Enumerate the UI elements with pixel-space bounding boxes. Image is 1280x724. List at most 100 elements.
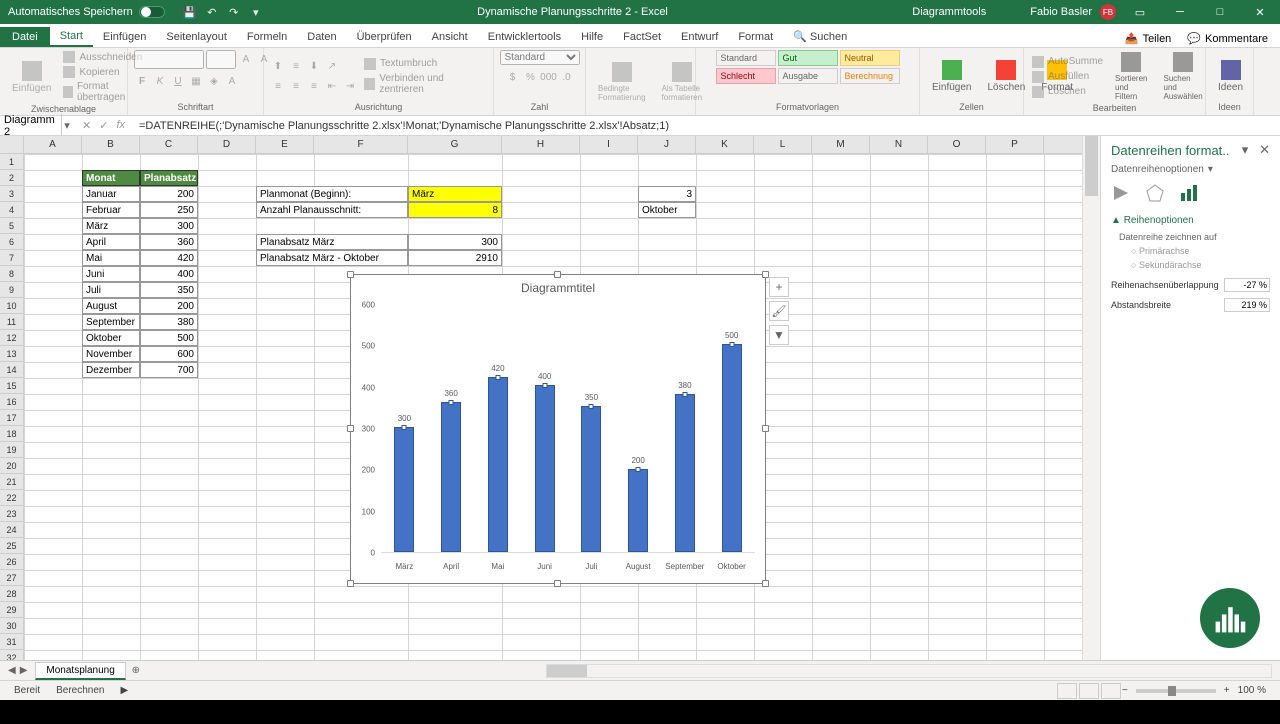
row-header[interactable]: 7 [0, 250, 23, 266]
cell-month[interactable]: Dezember [82, 362, 140, 378]
row-header[interactable]: 17 [0, 410, 23, 426]
cell-value[interactable]: 350 [140, 282, 198, 298]
col-header[interactable]: C [140, 136, 198, 153]
share-button[interactable]: 📤 Teilen [1119, 30, 1177, 47]
col-header[interactable]: K [696, 136, 754, 153]
autosum-button[interactable]: AutoSumme [1030, 55, 1105, 69]
font-color-button[interactable]: A [224, 73, 240, 89]
style-neutral[interactable]: Neutral [840, 50, 900, 66]
row-header[interactable]: 31 [0, 634, 23, 650]
col-header[interactable]: M [812, 136, 870, 153]
cell-c2[interactable]: Planabsatz [140, 170, 198, 186]
chart-bar[interactable]: 200 [628, 469, 648, 552]
ideas-button[interactable]: Ideen [1212, 58, 1249, 95]
sort-filter-button[interactable]: Sortieren und Filtern [1109, 50, 1153, 103]
row-header[interactable]: 3 [0, 186, 23, 202]
increase-font-icon[interactable]: A [238, 52, 254, 68]
tab-dev[interactable]: Entwicklertools [478, 27, 571, 47]
zoom-slider[interactable] [1136, 689, 1216, 693]
cell-month[interactable]: Mai [82, 250, 140, 266]
namebox-dropdown-icon[interactable]: ▾ [62, 119, 72, 132]
row-header[interactable]: 1 [0, 154, 23, 170]
row-header[interactable]: 20 [0, 458, 23, 474]
series-options-icon[interactable] [1179, 183, 1199, 203]
row-header[interactable]: 11 [0, 314, 23, 330]
row-header[interactable]: 14 [0, 362, 23, 378]
currency-icon[interactable]: $ [505, 69, 521, 85]
cell-range-value[interactable]: 2910 [408, 250, 502, 266]
accept-formula-icon[interactable]: ✓ [99, 119, 108, 132]
find-button[interactable]: Suchen und Auswählen [1158, 50, 1209, 103]
bold-button[interactable]: F [134, 73, 150, 89]
toggle-switch[interactable] [139, 6, 165, 18]
select-all-button[interactable] [0, 136, 24, 154]
cell-month[interactable]: August [82, 298, 140, 314]
row-header[interactable]: 21 [0, 474, 23, 490]
cancel-formula-icon[interactable]: ✕ [82, 119, 91, 132]
col-header[interactable]: E [256, 136, 314, 153]
col-header[interactable]: B [82, 136, 140, 153]
tab-factset[interactable]: FactSet [613, 27, 671, 47]
tab-search[interactable]: 🔍 Suchen [783, 26, 857, 47]
tab-design[interactable]: Entwurf [671, 27, 728, 47]
cell-value[interactable]: 500 [140, 330, 198, 346]
clear-button[interactable]: Löschen [1030, 85, 1105, 99]
view-pagelayout-button[interactable] [1079, 683, 1099, 699]
sheet-prev-icon[interactable]: ◀ [8, 665, 16, 676]
fx-icon[interactable]: fx [116, 119, 125, 132]
chart-bar[interactable]: 300 [394, 427, 414, 552]
cell-single-value[interactable]: 300 [408, 234, 502, 250]
tab-layout[interactable]: Seitenlayout [156, 27, 237, 47]
chart-bar[interactable]: 400 [535, 385, 555, 552]
close-icon[interactable]: ✕ [1240, 0, 1280, 24]
inc-dec-icon[interactable]: .0 [559, 69, 575, 85]
cell-month[interactable]: September [82, 314, 140, 330]
row-header[interactable]: 19 [0, 442, 23, 458]
cell-value[interactable]: 200 [140, 298, 198, 314]
align-mid-icon[interactable]: ≡ [288, 58, 304, 74]
format-painter-button[interactable]: Format übertragen [61, 80, 144, 104]
wrap-text-button[interactable]: Textumbruch [362, 57, 487, 71]
row-header[interactable]: 23 [0, 506, 23, 522]
cell-plan-start-value[interactable]: März [408, 186, 502, 202]
tab-view[interactable]: Ansicht [422, 27, 478, 47]
cond-format-button[interactable]: Bedingte Formatierung [592, 60, 652, 104]
font-size-input[interactable] [206, 50, 236, 69]
cell-plan-count-value[interactable]: 8 [408, 202, 502, 218]
row-header[interactable]: 22 [0, 490, 23, 506]
redo-icon[interactable]: ↷ [227, 5, 241, 19]
row-header[interactable]: 26 [0, 554, 23, 570]
style-standard[interactable]: Standard [716, 50, 776, 66]
col-header[interactable]: N [870, 136, 928, 153]
column-headers[interactable]: ABCDEFGHIJKLMNOP [24, 136, 1082, 154]
zoom-level[interactable]: 100 % [1230, 685, 1274, 696]
col-header[interactable]: G [408, 136, 502, 153]
zoom-out-icon[interactable]: − [1122, 685, 1128, 696]
align-bot-icon[interactable]: ⬇ [306, 58, 322, 74]
tab-data[interactable]: Daten [297, 27, 346, 47]
align-top-icon[interactable]: ⬆ [270, 58, 286, 74]
row-header[interactable]: 6 [0, 234, 23, 250]
cell-value[interactable]: 400 [140, 266, 198, 282]
chart[interactable]: Diagrammtitel 0100200300400500600 300360… [350, 274, 766, 584]
thousand-icon[interactable]: 000 [541, 69, 557, 85]
comments-button[interactable]: 💬 Kommentare [1181, 30, 1274, 47]
undo-icon[interactable]: ↶ [205, 5, 219, 19]
cell-month[interactable]: November [82, 346, 140, 362]
grid[interactable]: ABCDEFGHIJKLMNOP 12345678910111213141516… [0, 136, 1100, 660]
view-pagebreak-button[interactable] [1101, 683, 1121, 699]
gap-input[interactable] [1224, 298, 1270, 312]
orientation-icon[interactable]: ↗ [324, 58, 340, 74]
sheet-next-icon[interactable]: ▶ [20, 665, 28, 676]
font-name-input[interactable] [134, 50, 204, 69]
maximize-icon[interactable]: □ [1200, 0, 1240, 24]
chart-plot-area[interactable]: 0100200300400500600 30036042040035020038… [381, 305, 755, 553]
col-header[interactable]: A [24, 136, 82, 153]
tab-format[interactable]: Format [728, 27, 783, 47]
row-header[interactable]: 10 [0, 298, 23, 314]
cell-value[interactable]: 200 [140, 186, 198, 202]
cell-single-label[interactable]: Planabsatz März [256, 234, 408, 250]
col-header[interactable]: I [580, 136, 638, 153]
cut-button[interactable]: Ausschneiden [61, 50, 144, 64]
row-header[interactable]: 27 [0, 570, 23, 586]
